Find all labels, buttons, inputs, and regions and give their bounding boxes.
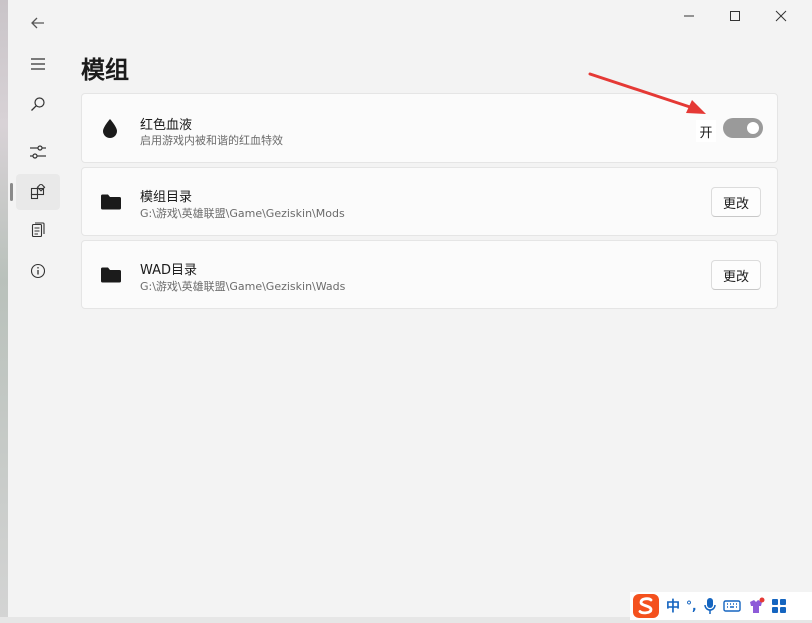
skin-icon[interactable] <box>747 594 765 618</box>
info-icon <box>30 263 46 279</box>
card-subtitle: G:\游戏\英雄联盟\Game\Geziskin\Mods <box>140 207 345 220</box>
folder-icon <box>101 194 121 210</box>
red-blood-toggle[interactable] <box>723 118 763 138</box>
microphone-icon[interactable] <box>703 594 717 618</box>
sogou-ime-icon[interactable] <box>632 594 660 618</box>
card-title: 模组目录 <box>140 190 193 205</box>
search-button[interactable] <box>16 86 60 122</box>
keyboard-icon[interactable] <box>722 594 741 618</box>
maximize-button[interactable] <box>712 0 758 32</box>
back-icon <box>31 17 44 29</box>
ime-mode-indicator[interactable]: 中 <box>666 594 680 618</box>
drop-icon <box>103 119 117 138</box>
back-button[interactable] <box>16 5 60 41</box>
close-icon <box>775 10 787 22</box>
change-wad-directory-button[interactable]: 更改 <box>711 260 761 290</box>
card-title: 红色血液 <box>140 118 193 133</box>
annotation-arrow <box>588 72 706 114</box>
folder-icon <box>101 267 121 283</box>
menu-icon <box>31 58 45 70</box>
minimize-icon <box>684 15 694 17</box>
card-title: WAD目录 <box>140 263 198 278</box>
mods-nav-item[interactable] <box>16 174 60 210</box>
mods-icon <box>30 184 46 200</box>
punctuation-mode-icon[interactable]: °, <box>686 594 697 618</box>
card-subtitle: 启用游戏内被和谐的红血特效 <box>140 134 283 147</box>
close-button[interactable] <box>758 0 804 32</box>
toggle-state-label: 开 <box>696 120 716 142</box>
search-icon <box>31 97 45 111</box>
background-desktop-strip <box>0 0 8 623</box>
wad-directory-card: WAD目录 G:\游戏\英雄联盟\Game\Geziskin\Wads 更改 <box>81 240 778 309</box>
ime-toolbar: 中 °, <box>630 592 812 620</box>
page-title: 模组 <box>81 56 129 84</box>
info-nav-item[interactable] <box>16 253 60 289</box>
documents-nav-item[interactable] <box>16 213 60 249</box>
selection-indicator <box>10 183 13 201</box>
app-window: 模组 红色血液 启用游戏内被和谐的红血特效 开 模组目录 G:\游戏\英雄联盟\… <box>8 0 812 617</box>
documents-icon <box>31 222 45 238</box>
mods-directory-card: 模组目录 G:\游戏\英雄联盟\Game\Geziskin\Mods 更改 <box>81 167 778 236</box>
card-subtitle: G:\游戏\英雄联盟\Game\Geziskin\Wads <box>140 280 346 293</box>
settings-nav-item[interactable] <box>16 134 60 170</box>
menu-button[interactable] <box>16 46 60 82</box>
toggle-knob <box>747 122 759 134</box>
minimize-button[interactable] <box>666 0 712 32</box>
settings-sliders-icon <box>30 145 46 159</box>
change-mods-directory-button[interactable]: 更改 <box>711 187 761 217</box>
toolbox-icon[interactable] <box>771 594 787 618</box>
maximize-icon <box>730 11 740 21</box>
